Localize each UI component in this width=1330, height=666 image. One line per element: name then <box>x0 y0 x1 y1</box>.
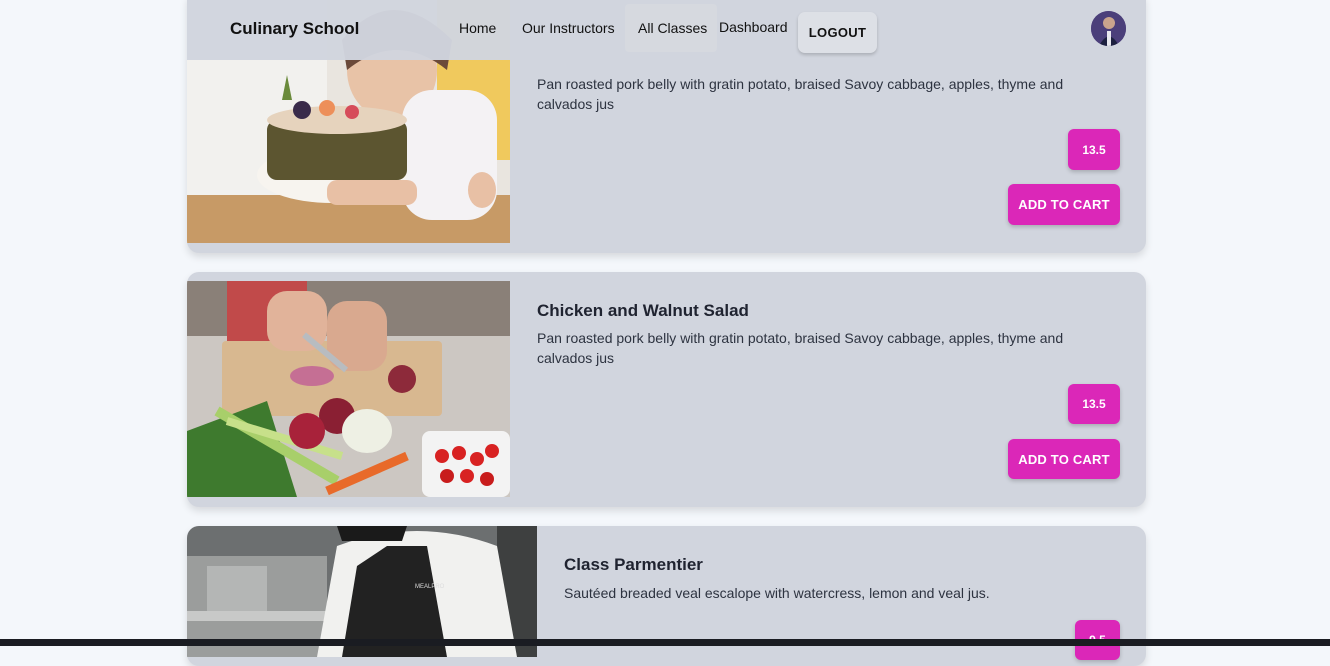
class-description: Sautéed breaded veal escalope with water… <box>564 585 990 601</box>
brand-title: Culinary School <box>230 19 360 38</box>
svg-text:MEALPRO: MEALPRO <box>415 584 445 590</box>
nav-link-dashboard[interactable]: Dashboard <box>719 19 788 35</box>
nav-link-all-classes[interactable]: All Classes <box>638 20 707 36</box>
nav-link-home[interactable]: Home <box>459 20 496 36</box>
price-badge: 13.5 <box>1068 129 1120 170</box>
price-badge: 13.5 <box>1068 384 1120 424</box>
class-description: Pan roasted pork belly with gratin potat… <box>537 330 1064 366</box>
logout-button[interactable]: LOGOUT <box>798 12 877 53</box>
class-image-chef: MEALPRO <box>187 526 537 657</box>
class-description: Pan roasted pork belly with gratin potat… <box>537 76 1064 112</box>
top-navbar: Culinary School Home Our Instructors All… <box>187 0 1146 60</box>
avatar-photo <box>1091 11 1126 46</box>
class-card: Chicken and Walnut Salad Pan roasted por… <box>187 272 1146 507</box>
os-taskbar <box>0 639 1330 646</box>
class-title: Chicken and Walnut Salad <box>537 301 749 320</box>
nav-link-instructors[interactable]: Our Instructors <box>522 20 615 36</box>
add-to-cart-button[interactable]: ADD TO CART <box>1008 184 1120 225</box>
class-image-chopping-onion <box>187 281 510 497</box>
class-title: Class Parmentier <box>564 555 703 574</box>
add-to-cart-button[interactable]: ADD TO CART <box>1008 439 1120 479</box>
user-avatar[interactable] <box>1091 11 1126 46</box>
